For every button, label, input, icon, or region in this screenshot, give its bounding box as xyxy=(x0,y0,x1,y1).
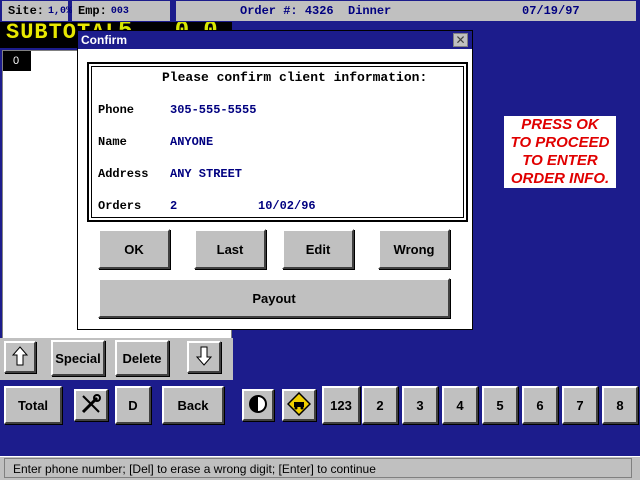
orders-count: 2 xyxy=(170,199,178,213)
address-label: Address xyxy=(98,167,149,181)
contrast-button[interactable] xyxy=(242,389,274,421)
site-field: Site: 1,0% xyxy=(2,1,72,21)
delivery-button[interactable] xyxy=(282,389,316,421)
wrong-button[interactable]: Wrong xyxy=(378,229,450,269)
site-value: 1,0% xyxy=(48,5,73,17)
close-icon[interactable]: ✕ xyxy=(453,33,468,47)
keypad-button-5[interactable]: 5 xyxy=(482,386,518,424)
contrast-icon xyxy=(248,394,268,417)
delete-button[interactable]: Delete xyxy=(115,340,169,376)
emp-label: Emp: xyxy=(78,4,107,18)
dialog-title: Confirm xyxy=(78,31,472,49)
payout-button[interactable]: Payout xyxy=(98,278,450,318)
address-value: ANY STREET xyxy=(170,167,243,181)
keypad-button-6[interactable]: 6 xyxy=(522,386,558,424)
phone-label: Phone xyxy=(98,103,135,117)
order-type: Dinner xyxy=(348,4,392,18)
proceed-callout: PRESS OK TO PROCEED TO ENTER ORDER INFO. xyxy=(504,116,616,188)
special-button[interactable]: Special xyxy=(51,340,105,376)
callout-line-1: PRESS OK xyxy=(521,116,599,133)
d-button[interactable]: D xyxy=(115,386,151,424)
keypad-button-4[interactable]: 4 xyxy=(442,386,478,424)
scroll-up-button[interactable] xyxy=(4,341,36,373)
keypad-button-3[interactable]: 3 xyxy=(402,386,438,424)
up-arrow-icon xyxy=(11,345,29,369)
site-label: Site: xyxy=(8,4,45,18)
total-button[interactable]: Total xyxy=(4,386,62,424)
tools-button[interactable] xyxy=(74,389,108,421)
edit-button[interactable]: Edit xyxy=(282,229,354,269)
ok-button[interactable]: OK xyxy=(98,229,170,269)
down-arrow-icon xyxy=(195,346,213,369)
emp-value: 003 xyxy=(110,5,129,17)
keypad-button-2[interactable]: 2 xyxy=(362,386,398,424)
order-number: 4326 xyxy=(304,4,334,18)
keypad-button-8[interactable]: 8 xyxy=(602,386,638,424)
callout-line-4: ORDER INFO. xyxy=(510,170,610,187)
order-date: 07/19/97 xyxy=(522,4,580,18)
phone-value: 305-555-5555 xyxy=(170,103,257,117)
status-message: Enter phone number; [Del] to erase a wro… xyxy=(4,458,632,478)
order-label: Order #: xyxy=(240,4,298,18)
last-button[interactable]: Last xyxy=(194,229,266,269)
order-info: Order #: 4326 Dinner 07/19/97 xyxy=(176,1,636,21)
client-info-inner-border xyxy=(91,66,464,218)
keypad-button-123[interactable]: 123 xyxy=(322,386,360,424)
callout-line-3: TO ENTER xyxy=(522,152,598,169)
delivery-car-icon xyxy=(286,391,312,419)
callout-line-2: TO PROCEED xyxy=(510,134,610,151)
name-label: Name xyxy=(98,135,127,149)
back-button[interactable]: Back xyxy=(162,386,224,424)
keypad-button-7[interactable]: 7 xyxy=(562,386,598,424)
tools-icon xyxy=(80,393,102,418)
confirm-prompt: Please confirm client information: xyxy=(162,70,428,85)
emp-field: Emp: 003 xyxy=(72,1,170,21)
last-order-date: 10/02/96 xyxy=(258,199,316,213)
name-value: ANYONE xyxy=(170,135,214,149)
orders-label: Orders xyxy=(98,199,142,213)
scroll-down-button[interactable] xyxy=(187,341,221,373)
order-list-header: 0 xyxy=(3,51,31,71)
